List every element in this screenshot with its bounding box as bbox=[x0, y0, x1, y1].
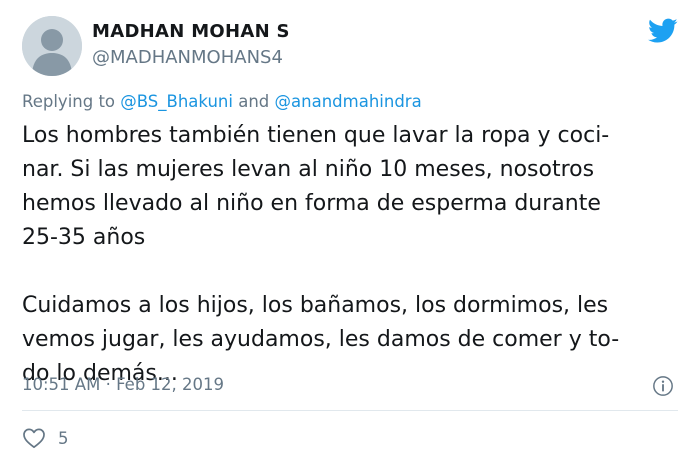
info-icon[interactable] bbox=[652, 375, 674, 397]
tweet-line: 25-35 años bbox=[22, 225, 146, 250]
replying-to: Replying to @BS_Bhakuni and @anandmahind… bbox=[22, 92, 422, 111]
default-avatar-icon[interactable] bbox=[22, 16, 82, 76]
tweet-date[interactable]: Feb 12, 2019 bbox=[116, 375, 224, 394]
tweet-text: Los hombres también tienen que lavar la … bbox=[22, 119, 682, 391]
tweet-line: Los hombres también tienen que lavar la … bbox=[22, 123, 610, 148]
like-count: 5 bbox=[58, 428, 69, 448]
replying-prefix: Replying to bbox=[22, 92, 121, 111]
tweet-timestamp[interactable]: 10:51 AM · Feb 12, 2019 bbox=[22, 375, 224, 394]
tweet-line: vemos jugar, les ayudamos, les damos de … bbox=[22, 327, 620, 352]
display-name[interactable]: MADHAN MOHAN S bbox=[92, 21, 290, 42]
tweet-line: Cuidamos a los hijos, los bañamos, los d… bbox=[22, 293, 609, 318]
tweet-card: MADHAN MOHAN S @MADHANMOHANS4 Replying t… bbox=[0, 0, 700, 467]
user-handle[interactable]: @MADHANMOHANS4 bbox=[92, 47, 283, 68]
divider bbox=[22, 410, 678, 411]
mention-bs-bhakuni[interactable]: @BS_Bhakuni bbox=[120, 92, 233, 111]
meta-separator: · bbox=[100, 375, 117, 394]
like-button[interactable]: 5 bbox=[22, 427, 69, 449]
tweet-line: hemos llevado al niño en forma de esperm… bbox=[22, 191, 601, 216]
twitter-bird-icon[interactable] bbox=[648, 18, 678, 44]
mention-anandmahindra[interactable]: @anandmahindra bbox=[275, 92, 422, 111]
tweet-time[interactable]: 10:51 AM bbox=[22, 375, 100, 394]
tweet-line: nar. Si las mujeres levan al niño 10 mes… bbox=[22, 157, 595, 182]
heart-icon[interactable] bbox=[22, 427, 46, 449]
replying-joiner: and bbox=[232, 92, 275, 111]
